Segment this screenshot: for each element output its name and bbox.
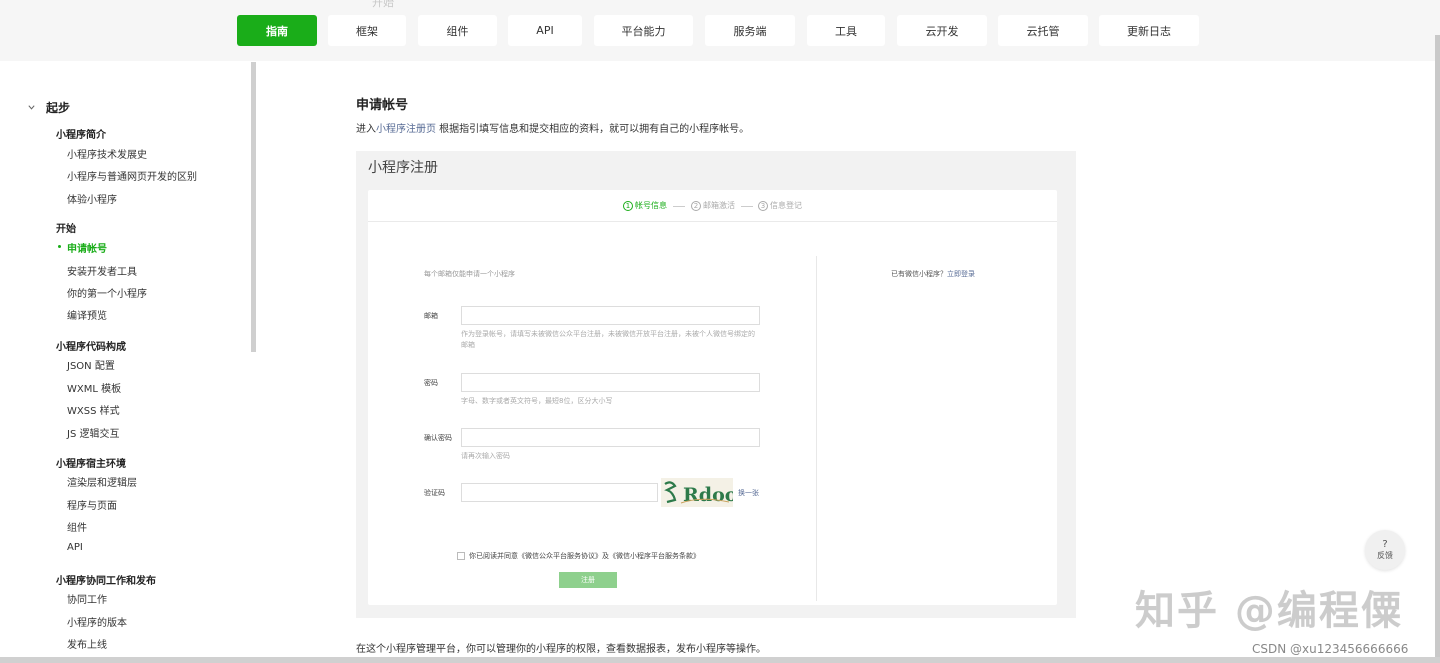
sidebar-item-render-logic[interactable]: 渲染层和逻辑层 (67, 474, 137, 489)
confirm-password-hint: 请再次输入密码 (461, 452, 510, 460)
nav-tab-api[interactable]: API (508, 15, 582, 46)
step-label: 信息登记 (770, 201, 802, 210)
feedback-label: 反馈 (1377, 551, 1393, 560)
step-email-activation: 2 邮箱激活 (691, 200, 735, 211)
zhihu-watermark: 知乎 @编程僳 (1135, 588, 1403, 634)
step-number: 1 (623, 200, 633, 211)
register-page-link[interactable]: 小程序注册页 (376, 124, 436, 135)
nav-tab-guide[interactable]: 指南 (237, 15, 317, 46)
bottom-text: 在这个小程序管理平台，你可以管理你的小程序的权限，查看数据报表，发布小程序等操作… (356, 644, 766, 655)
nav-ghost-text: 开始 (372, 0, 394, 9)
intro-prefix: 进入 (356, 124, 376, 135)
sidebar-group-intro: 小程序简介 (56, 130, 106, 141)
nav-tab-components[interactable]: 组件 (418, 15, 497, 46)
step-account-info: 1 帐号信息 (623, 200, 667, 211)
sidebar-group-collab: 小程序协同工作和发布 (56, 576, 156, 587)
page-title: 申请帐号 (356, 98, 409, 113)
sidebar-item-history[interactable]: 小程序技术发展史 (67, 146, 147, 161)
sidebar-item-collab[interactable]: 协同工作 (67, 591, 107, 606)
sidebar-item-first-app[interactable]: 你的第一个小程序 (67, 285, 147, 300)
sidebar-group-host: 小程序宿主环境 (56, 459, 126, 470)
sidebar-item-program-page[interactable]: 程序与页面 (67, 497, 117, 512)
sidebar-item-experience[interactable]: 体验小程序 (67, 191, 117, 206)
sidebar-item-compile-preview[interactable]: 编译预览 (67, 307, 107, 322)
password-field[interactable] (461, 373, 760, 392)
captcha-label: 验证码 (424, 489, 445, 497)
step-info-register: 3 信息登记 (758, 200, 802, 211)
sidebar-item-apply-account[interactable]: 申请帐号 (58, 240, 107, 255)
vertical-divider (816, 256, 817, 601)
agreement-checkbox[interactable] (457, 552, 465, 560)
sidebar-item-install-tools[interactable]: 安装开发者工具 (67, 263, 137, 278)
intro-text: 进入小程序注册页 根据指引填写信息和提交相应的资料，就可以拥有自己的小程序帐号。 (356, 120, 749, 135)
nav-tab-platform[interactable]: 平台能力 (594, 15, 693, 46)
nav-tab-server[interactable]: 服务端 (705, 15, 795, 46)
sidebar-item-wxss[interactable]: WXSS 样式 (67, 402, 120, 417)
question-icon: ? (1382, 539, 1388, 550)
captcha-text: Rdoo (683, 484, 733, 506)
step-label: 帐号信息 (635, 201, 667, 210)
nav-tab-changelog[interactable]: 更新日志 (1099, 15, 1199, 46)
agreement-row: 你已阅读并同意《微信公众平台服务协议》及《微信小程序平台服务条款》 (457, 551, 700, 561)
confirm-password-label: 确认密码 (424, 434, 452, 442)
email-label: 邮箱 (424, 312, 438, 320)
sidebar-group-start: 开始 (56, 224, 76, 235)
chevron-down-icon (28, 105, 35, 110)
step-label: 邮箱激活 (703, 201, 735, 210)
captcha-graphic: Rdoo (664, 481, 737, 506)
csdn-credit: CSDN @xu123456666666 (1252, 642, 1409, 656)
email-hint: 作为登录帐号，请填写未被微信公众平台注册，未被微信开放平台注册，未被个人微信号绑… (461, 330, 755, 349)
sidebar-item-json[interactable]: JSON 配置 (67, 357, 115, 372)
sidebar-item-wxml[interactable]: WXML 模板 (67, 380, 121, 395)
step-number: 2 (691, 200, 701, 211)
nav-tab-cloud-host[interactable]: 云托管 (998, 15, 1088, 46)
sidebar-item-js[interactable]: JS 逻辑交互 (67, 425, 119, 440)
one-email-tip: 每个邮箱仅能申请一个小程序 (424, 270, 515, 278)
sidebar-item-components[interactable]: 组件 (67, 519, 87, 534)
intro-suffix: 根据指引填写信息和提交相应的资料，就可以拥有自己的小程序帐号。 (436, 124, 750, 135)
agreement-text: 你已阅读并同意《微信公众平台服务协议》及《微信小程序平台服务条款》 (469, 552, 700, 560)
sidebar-item-difference[interactable]: 小程序与普通网页开发的区别 (67, 168, 197, 183)
sidebar-group-code: 小程序代码构成 (56, 342, 126, 353)
sidebar-item-versions[interactable]: 小程序的版本 (67, 614, 127, 629)
nav-tab-tools[interactable]: 工具 (807, 15, 885, 46)
feedback-button[interactable]: ? 反馈 (1365, 530, 1405, 570)
step-connector (741, 206, 753, 207)
sidebar-section-start[interactable]: 起步 (27, 99, 70, 116)
login-question: 已有微信小程序？ (891, 270, 947, 278)
password-hint: 字母、数字或者英文符号，最短8位，区分大小写 (461, 397, 613, 405)
confirm-password-field[interactable] (461, 428, 760, 447)
sidebar-item-api[interactable]: API (67, 542, 83, 553)
nav-tab-cloud-dev[interactable]: 云开发 (897, 15, 987, 46)
horizontal-scrollbar[interactable] (0, 657, 1440, 663)
sidebar-item-publish[interactable]: 发布上线 (67, 636, 107, 651)
login-prompt: 已有微信小程序？立即登录 (891, 269, 975, 279)
email-field[interactable] (461, 306, 760, 325)
register-button[interactable]: 注册 (559, 572, 617, 588)
password-label: 密码 (424, 379, 438, 387)
login-link[interactable]: 立即登录 (947, 270, 975, 278)
step-number: 3 (758, 200, 768, 211)
sidebar-section-title: 起步 (46, 101, 71, 115)
nav-tab-framework[interactable]: 框架 (328, 15, 406, 46)
screenshot-title: 小程序注册 (368, 160, 438, 176)
captcha-field[interactable] (461, 483, 658, 502)
captcha-image[interactable]: Rdoo (661, 478, 737, 507)
sidebar-scrollbar[interactable] (251, 62, 256, 352)
page-scrollbar[interactable] (1435, 35, 1440, 663)
step-connector (673, 206, 685, 207)
swap-captcha-link[interactable]: 换一张 (738, 488, 759, 498)
